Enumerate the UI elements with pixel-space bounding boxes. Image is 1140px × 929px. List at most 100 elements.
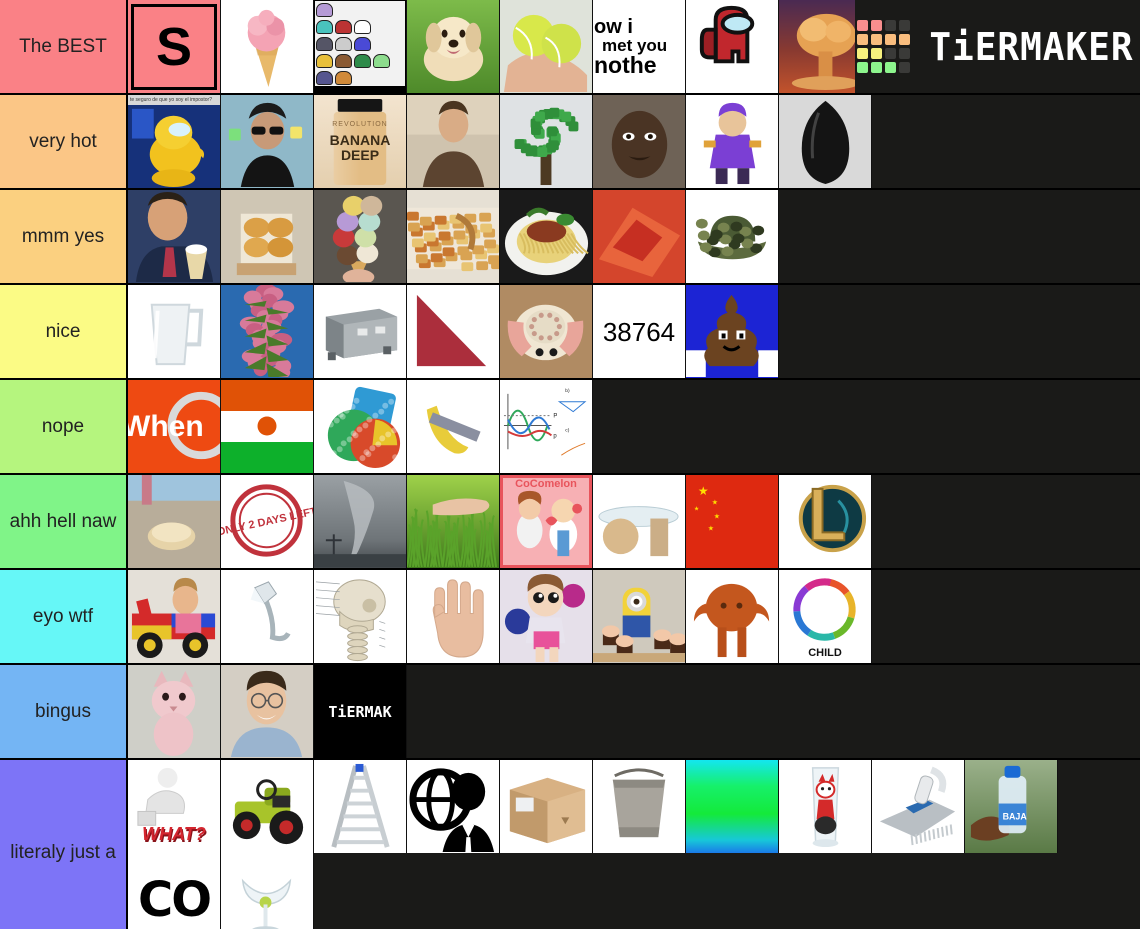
orange-creature-meme[interactable] — [686, 570, 779, 663]
banana-duct-taped-to-wall[interactable] — [407, 380, 500, 473]
galvanised-metal-bucket[interactable] — [593, 760, 686, 853]
tier-items-literaly-just-a[interactable]: WHAT? BAJA CO — [128, 760, 1140, 929]
green-toy-tractor[interactable] — [221, 760, 314, 853]
man-in-sunglasses-webcam[interactable] — [221, 95, 314, 188]
strawberry-ice-cream-cone[interactable] — [221, 0, 314, 93]
galvanised-metal-bucket-art — [593, 760, 685, 853]
bread-slice-on-floor[interactable] — [128, 475, 221, 568]
banana-deep-setting-powder[interactable]: REVOLUTION BANANA DEEP — [314, 95, 407, 188]
among-us-character-tier-list[interactable] — [314, 0, 407, 93]
tier-items-ahh-hell-naw[interactable]: ONLY 2 DAYS LEFT CoComelon ★ ★ ★ ★ ★ — [128, 475, 1140, 568]
cocomelon-thumbnail[interactable]: CoComelon — [500, 475, 593, 568]
hide-the-pain-face-meme[interactable] — [593, 95, 686, 188]
cardboard-shipping-box[interactable] — [500, 760, 593, 853]
how-i-met-your-mother-title[interactable]: ow i met you nothe — [593, 0, 686, 93]
baked-casserole-dish[interactable] — [407, 190, 500, 283]
grey-plastic-pallet-box[interactable] — [314, 285, 407, 378]
among-us-impostor-meme[interactable]: te seguro de que yo soy el impostor? — [128, 95, 221, 188]
aluminium-step-ladder[interactable] — [314, 760, 407, 853]
man-in-suit-holding-ice-cream-art — [128, 190, 220, 283]
pink-cannabis-plant[interactable] — [221, 285, 314, 378]
chicken-nuggets-box[interactable] — [221, 190, 314, 283]
hand-touching-grass[interactable] — [407, 475, 500, 568]
diamond-nose-stud-art — [221, 570, 313, 663]
tiermaker-logo[interactable]: TiERMAKER — [855, 0, 1140, 93]
logo-swatch-7 — [898, 34, 910, 45]
tier-items-nope[interactable]: When Pp b) c) — [128, 380, 1140, 473]
tiermaker-wordmark-black[interactable]: TiERMAK — [314, 665, 407, 758]
red-among-us-crewmate[interactable] — [686, 0, 779, 93]
diamond-nose-stud[interactable] — [221, 570, 314, 663]
roblox-poop-avatar-art — [686, 285, 778, 378]
pop-it-fidget-toys[interactable] — [314, 380, 407, 473]
camo-bucket-hat[interactable] — [686, 190, 779, 283]
lego-tree[interactable] — [500, 95, 593, 188]
tier-label-eyo-wtf[interactable]: eyo wtf — [0, 570, 128, 663]
black-glossy-sculpture[interactable] — [779, 95, 872, 188]
tennis-balls-in-hand[interactable] — [500, 0, 593, 93]
toddler-on-lego-car[interactable] — [128, 570, 221, 663]
red-triangle-shape[interactable] — [407, 285, 500, 378]
tier-row-nice: nice 38764 — [0, 285, 1140, 380]
tomato-on-toast[interactable] — [593, 190, 686, 283]
skull-anatomy-diagram[interactable] — [314, 570, 407, 663]
flag-of-china[interactable]: ★ ★ ★ ★ ★ — [686, 475, 779, 568]
tier-label-ahh-hell-naw[interactable]: ahh hell naw — [0, 475, 128, 568]
tornado-over-city[interactable] — [314, 475, 407, 568]
bingus-hairless-cat[interactable] — [128, 665, 221, 758]
tier-items-bingus[interactable]: TiERMAK — [128, 665, 1140, 758]
only-2-days-left-stamp[interactable]: ONLY 2 DAYS LEFT — [221, 475, 314, 568]
plastic-measuring-jug[interactable] — [128, 285, 221, 378]
among-us-impostor-meme-art: te seguro de que yo soy el impostor? — [128, 95, 220, 188]
giant-ice-cream-scoops-cone[interactable] — [314, 190, 407, 283]
svg-text:★: ★ — [712, 499, 718, 507]
physics-graphs-worksheet[interactable]: Pp b) c) — [500, 380, 593, 473]
glass-coffee-table[interactable] — [593, 475, 686, 568]
hand-holding-water-bottle[interactable]: BAJA — [965, 760, 1058, 853]
spaghetti-bolognese-plate[interactable] — [500, 190, 593, 283]
tier-label-nope[interactable]: nope — [0, 380, 128, 473]
tier-items-mmm-yes[interactable] — [128, 190, 1140, 283]
lol-surprise-omg-doll[interactable] — [500, 570, 593, 663]
when-orange-text-meme[interactable]: When — [128, 380, 221, 473]
cyan-green-gradient[interactable] — [686, 760, 779, 853]
fortnite-purple-skin-dancing[interactable] — [686, 95, 779, 188]
man-in-suit-holding-ice-cream[interactable] — [128, 190, 221, 283]
man-in-brown-shirt[interactable] — [407, 95, 500, 188]
child-logo[interactable]: CHILD — [779, 570, 872, 663]
tier-label-bingus[interactable]: bingus — [0, 665, 128, 758]
cocomelon-thumbnail-art: CoComelon — [500, 475, 592, 568]
pool-vacuum-head[interactable] — [872, 760, 965, 853]
tennis-balls-in-hand-art — [500, 0, 592, 93]
letter-s-tile[interactable]: S — [128, 0, 221, 93]
tier-items-very-hot[interactable]: te seguro de que yo soy el impostor? REV… — [128, 95, 1140, 188]
3d-figure-what-text-art: WHAT? — [128, 760, 220, 853]
flag-of-niger[interactable] — [221, 380, 314, 473]
tier-label-the-best[interactable]: The BEST — [0, 0, 128, 93]
number-38764[interactable]: 38764 — [593, 285, 686, 378]
smiling-man-with-glasses[interactable] — [221, 665, 314, 758]
minion-birthday-cake[interactable] — [593, 570, 686, 663]
tier-label-nice[interactable]: nice — [0, 285, 128, 378]
orange-creature-meme-art — [686, 570, 778, 663]
logo-swatch-12 — [856, 62, 868, 73]
tier-label-very-hot[interactable]: very hot — [0, 95, 128, 188]
banana-deep-setting-powder-art: REVOLUTION BANANA DEEP — [314, 95, 406, 188]
tier-label-literaly-just-a[interactable]: literaly just a — [0, 760, 128, 929]
league-of-legends-logo[interactable] — [779, 475, 872, 568]
tier-items-eyo-wtf[interactable]: CHILD — [128, 570, 1140, 663]
coupe-cocktail-glass[interactable] — [221, 853, 314, 929]
golden-retriever-puppy[interactable] — [407, 0, 500, 93]
open-palm-hand[interactable] — [407, 570, 500, 663]
roblox-poop-avatar[interactable] — [686, 285, 779, 378]
vintage-rotary-toy-phone[interactable] — [500, 285, 593, 378]
cyan-green-gradient-art — [686, 760, 778, 853]
league-of-legends-logo-art — [779, 475, 871, 568]
co-black-text[interactable]: CO — [128, 853, 221, 929]
globe-and-businessman-icon[interactable] — [407, 760, 500, 853]
tier-label-mmm-yes[interactable]: mmm yes — [0, 190, 128, 283]
3d-figure-what-text[interactable]: WHAT? — [128, 760, 221, 853]
fox-mascot-pint-glass[interactable] — [779, 760, 872, 853]
tier-items-nice[interactable]: 38764 — [128, 285, 1140, 378]
bingus-hairless-cat-art — [128, 665, 220, 758]
